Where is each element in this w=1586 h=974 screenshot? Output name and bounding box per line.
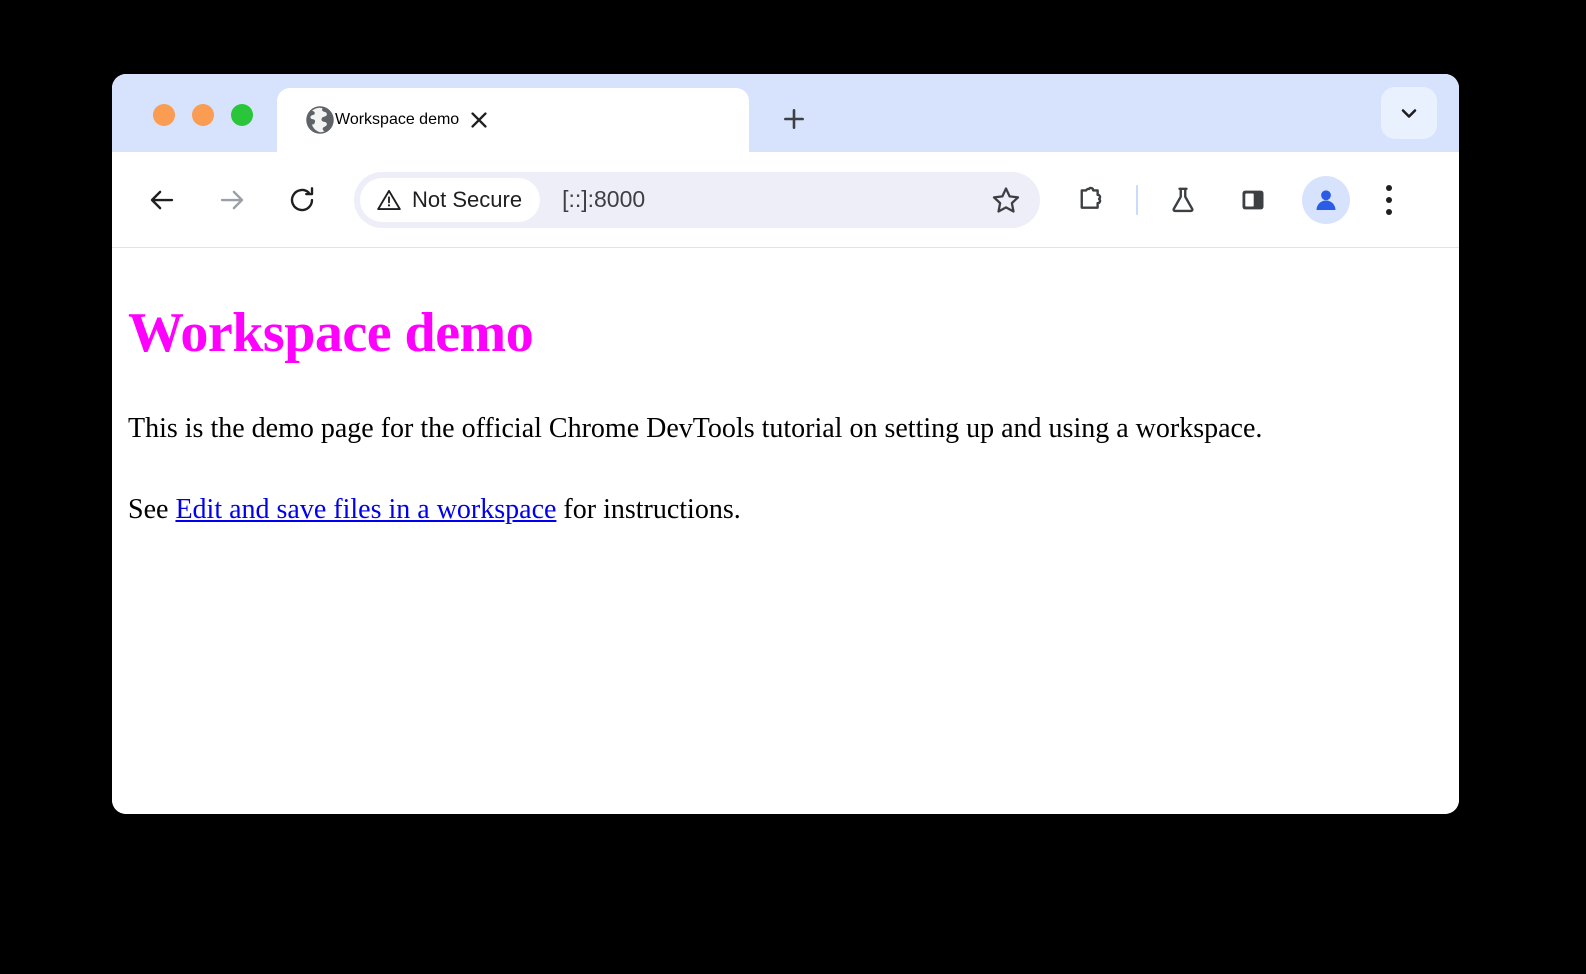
browser-window: Workspace demo xyxy=(112,74,1459,814)
security-status-label: Not Secure xyxy=(412,187,522,213)
instructions-paragraph: See Edit and save files in a workspace f… xyxy=(128,492,1443,527)
close-icon xyxy=(468,109,490,131)
bookmark-button[interactable] xyxy=(982,176,1030,224)
globe-icon xyxy=(305,105,335,135)
window-maximize-button[interactable] xyxy=(231,104,253,126)
three-dot-menu-icon xyxy=(1386,209,1392,215)
side-panel-button[interactable] xyxy=(1227,174,1279,226)
page-title: Workspace demo xyxy=(128,303,1443,365)
plus-icon xyxy=(781,106,807,132)
forward-button[interactable] xyxy=(206,174,258,226)
window-traffic-lights xyxy=(112,104,253,152)
tab-title: Workspace demo xyxy=(335,111,459,129)
warning-triangle-icon xyxy=(376,187,402,213)
puzzle-icon xyxy=(1076,185,1106,215)
side-panel-icon xyxy=(1239,186,1267,214)
tab-workspace-demo[interactable]: Workspace demo xyxy=(277,88,749,152)
window-close-button[interactable] xyxy=(153,104,175,126)
arrow-right-icon xyxy=(217,185,247,215)
instructions-prefix: See xyxy=(128,494,175,525)
toolbar-actions xyxy=(1056,174,1412,226)
url-text[interactable]: [::]:8000 xyxy=(540,186,982,213)
browser-menu-button[interactable] xyxy=(1366,174,1412,226)
flask-icon xyxy=(1168,185,1198,215)
extensions-button[interactable] xyxy=(1065,174,1117,226)
star-icon xyxy=(991,185,1021,215)
arrow-left-icon xyxy=(147,185,177,215)
browser-toolbar: Not Secure [::]:8000 xyxy=(112,152,1459,248)
three-dot-menu-icon xyxy=(1386,197,1392,203)
tab-search-button[interactable] xyxy=(1381,87,1437,139)
instructions-suffix: for instructions. xyxy=(556,494,740,525)
person-icon xyxy=(1311,185,1341,215)
address-bar[interactable]: Not Secure [::]:8000 xyxy=(354,172,1040,228)
toolbar-divider xyxy=(1136,185,1138,215)
intro-paragraph: This is the demo page for the official C… xyxy=(128,411,1443,446)
reload-button[interactable] xyxy=(276,174,328,226)
page-viewport: Workspace demo This is the demo page for… xyxy=(112,248,1459,814)
back-button[interactable] xyxy=(136,174,188,226)
tab-strip: Workspace demo xyxy=(112,74,1459,152)
profile-avatar-button[interactable] xyxy=(1302,176,1350,224)
chevron-down-icon xyxy=(1397,101,1421,125)
new-tab-button[interactable] xyxy=(771,96,817,142)
three-dot-menu-icon xyxy=(1386,185,1392,191)
workspace-tutorial-link[interactable]: Edit and save files in a workspace xyxy=(175,494,556,525)
labs-button[interactable] xyxy=(1157,174,1209,226)
window-minimize-button[interactable] xyxy=(192,104,214,126)
security-status-chip[interactable]: Not Secure xyxy=(360,178,540,222)
tab-close-button[interactable] xyxy=(459,100,499,140)
reload-icon xyxy=(287,185,317,215)
